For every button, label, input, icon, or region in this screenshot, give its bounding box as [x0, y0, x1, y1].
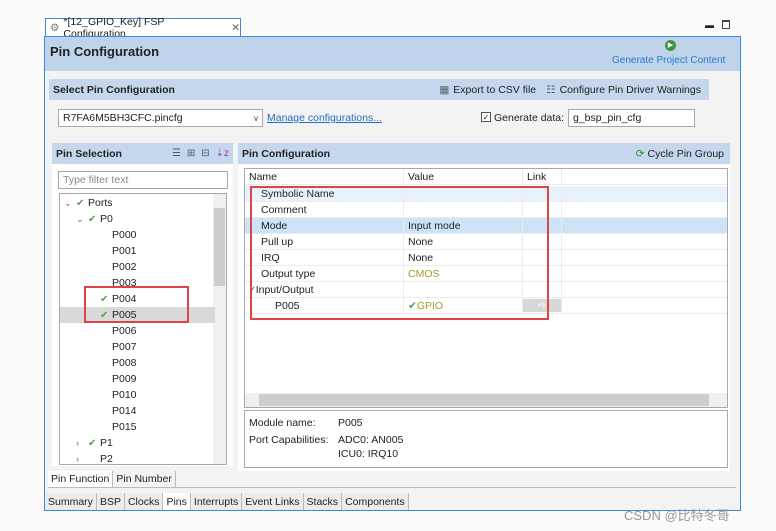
- tree-item-label: P002: [112, 261, 137, 273]
- tab-components[interactable]: Components: [342, 493, 409, 510]
- tree-item-label: P009: [112, 373, 137, 385]
- tab-pin-number[interactable]: Pin Number: [113, 471, 176, 487]
- generate-data-input[interactable]: g_bsp_pin_cfg: [568, 109, 695, 127]
- manage-configurations-link[interactable]: Manage configurations...: [267, 112, 382, 124]
- check-icon: ✔: [88, 213, 97, 225]
- page-title: Pin Configuration: [50, 44, 160, 59]
- generate-data-label: Generate data:: [494, 112, 565, 124]
- select-pin-config-bar: Select Pin Configuration ▦ Export to CSV…: [49, 79, 709, 100]
- sort-icon[interactable]: ⇣z: [216, 148, 229, 159]
- tab-pin-function[interactable]: Pin Function: [48, 471, 114, 487]
- tree-item[interactable]: P015: [60, 419, 215, 435]
- spreadsheet-icon: ▦: [439, 83, 450, 96]
- pin-selection-header: Pin Selection ☰ ⊞ ⊟ ⇣z: [52, 143, 233, 164]
- maximize-button[interactable]: [722, 20, 730, 29]
- capability: ICU0: IRQ10: [338, 448, 399, 460]
- tree-item-label: P2: [100, 453, 113, 465]
- generate-data-checkbox[interactable]: ✓: [481, 112, 491, 122]
- column-name[interactable]: Name: [245, 169, 404, 184]
- expand-all-icon[interactable]: ⊞: [187, 148, 195, 159]
- config-select[interactable]: R7FA6M5BH3CFC.pincfg ∨: [58, 109, 263, 127]
- generate-data-value: g_bsp_pin_cfg: [573, 112, 642, 124]
- tab-bsp[interactable]: BSP: [96, 493, 125, 510]
- column-value[interactable]: Value: [404, 169, 523, 184]
- chevron-down-icon: ∨: [253, 113, 259, 123]
- port-capabilities-label: Port Capabilities:: [249, 434, 329, 446]
- tree-item[interactable]: P009: [60, 371, 215, 387]
- tree-item-label: P001: [112, 245, 137, 257]
- tree-item-label: P1: [100, 437, 113, 449]
- tab-clocks[interactable]: Clocks: [124, 493, 164, 510]
- tree-item[interactable]: P007: [60, 339, 215, 355]
- tree-item[interactable]: P000: [60, 227, 215, 243]
- play-icon[interactable]: ▶: [665, 40, 676, 51]
- chevron-right-icon[interactable]: ›: [76, 438, 88, 448]
- pin-config-header: Pin Configuration ⟳ Cycle Pin Group: [238, 143, 730, 164]
- side-tabs: Pin Function Pin Number: [48, 471, 736, 488]
- module-name-label: Module name:: [249, 417, 316, 429]
- generate-project-content-button[interactable]: Generate Project Content: [612, 55, 725, 66]
- tree-item[interactable]: P002: [60, 259, 215, 275]
- tree-item-label: P015: [112, 421, 137, 433]
- filter-placeholder: Type filter text: [63, 174, 129, 186]
- chevron-down-icon[interactable]: ⌄: [76, 214, 88, 225]
- tree-item[interactable]: ⌄ ✔ Ports: [60, 195, 215, 211]
- gear-icon: ⚙: [50, 22, 60, 34]
- list-icon: ☷: [546, 83, 556, 96]
- tab-event-links[interactable]: Event Links: [242, 493, 304, 510]
- watermark: CSDN @比特冬哥: [624, 508, 730, 523]
- tree-item[interactable]: P014: [60, 403, 215, 419]
- tree-item[interactable]: ⌄ ✔ P0: [60, 211, 215, 227]
- tree-item-label: P0: [100, 213, 113, 225]
- editor-tab[interactable]: ⚙ *[12_GPIO_Key] FSP Configuration ✕: [45, 16, 241, 40]
- list-icon[interactable]: ☰: [172, 148, 181, 159]
- tree-item-label: P010: [112, 389, 137, 401]
- tree-item[interactable]: › ✔ P1: [60, 435, 215, 451]
- check-icon: ✔: [76, 197, 85, 209]
- collapse-all-icon[interactable]: ⊟: [201, 148, 209, 159]
- tree-item-label: P008: [112, 357, 137, 369]
- capability: ADC0: AN005: [338, 434, 404, 446]
- details-box: Module name: P005 Port Capabilities: ADC…: [244, 410, 728, 468]
- tree-item-label: Ports: [88, 197, 113, 209]
- tab-stacks[interactable]: Stacks: [303, 493, 343, 510]
- filter-input[interactable]: Type filter text: [58, 171, 228, 189]
- check-icon: ✔: [88, 437, 97, 449]
- tree-item[interactable]: P006: [60, 323, 215, 339]
- cycle-pin-group-button[interactable]: Cycle Pin Group: [648, 148, 724, 160]
- tree-item[interactable]: › P2: [60, 451, 215, 465]
- tree-item[interactable]: P001: [60, 243, 215, 259]
- pin-tree: ⌄ ✔ Ports ⌄ ✔ P0 P000 P001 P002 P003 ✔ P004 ✔ P005 P00…: [59, 193, 227, 465]
- pin-selection-title: Pin Selection: [56, 147, 122, 160]
- scrollbar-thumb[interactable]: [259, 394, 709, 406]
- column-link[interactable]: Link: [523, 169, 562, 184]
- close-icon[interactable]: ✕: [231, 22, 240, 34]
- tree-item-label: P000: [112, 229, 137, 241]
- chevron-down-icon[interactable]: ⌄: [64, 198, 76, 209]
- export-csv-button[interactable]: Export to CSV file: [453, 84, 536, 96]
- tab-summary[interactable]: Summary: [45, 493, 97, 510]
- configure-warnings-button[interactable]: Configure Pin Driver Warnings: [560, 84, 701, 96]
- tab-pins[interactable]: Pins: [163, 493, 191, 510]
- tree-item-label: P006: [112, 325, 137, 337]
- table-header: Name Value Link: [245, 169, 727, 185]
- pin-config-title: Pin Configuration: [242, 147, 331, 160]
- cycle-icon: ⟳: [635, 147, 645, 160]
- tree-item[interactable]: P010: [60, 387, 215, 403]
- scrollbar-thumb[interactable]: [214, 208, 225, 286]
- tree-item-label: P007: [112, 341, 137, 353]
- tab-interrupts[interactable]: Interrupts: [190, 493, 243, 510]
- module-name-value: P005: [338, 417, 363, 429]
- bottom-tabs: Summary BSP Clocks Pins Interrupts Event Link…: [45, 493, 409, 510]
- tree-item-label: P014: [112, 405, 137, 417]
- minimize-button[interactable]: ▬: [705, 20, 714, 30]
- config-value: R7FA6M5BH3CFC.pincfg: [63, 112, 183, 124]
- horizontal-scrollbar[interactable]: [245, 393, 727, 407]
- section-title: Select Pin Configuration: [53, 83, 175, 96]
- tree-item[interactable]: P008: [60, 355, 215, 371]
- chevron-right-icon[interactable]: ›: [76, 454, 88, 464]
